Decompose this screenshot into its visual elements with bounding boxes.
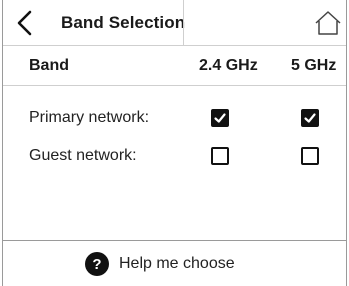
title-divider: [183, 0, 184, 46]
home-button[interactable]: [314, 10, 342, 36]
title-bar: Band Selection: [3, 0, 346, 46]
back-button[interactable]: [13, 10, 37, 36]
band-header-row: Band 2.4 GHz 5 GHz: [3, 46, 346, 86]
guest-5ghz-checkbox[interactable]: [301, 147, 319, 165]
help-icon: ?: [85, 252, 109, 276]
checkmark-icon: [304, 113, 316, 123]
primary-2-4ghz-checkbox[interactable]: [211, 109, 229, 127]
column-header-5ghz: 5 GHz: [291, 57, 337, 74]
home-icon: [315, 11, 341, 35]
primary-5ghz-checkbox[interactable]: [301, 109, 319, 127]
footer-bar: ? Help me choose: [3, 240, 346, 286]
help-label: Help me choose: [119, 255, 235, 272]
page-title: Band Selection: [61, 13, 186, 32]
checkmark-icon: [214, 113, 226, 123]
guest-network-label: Guest network:: [29, 147, 137, 164]
guest-2-4ghz-checkbox[interactable]: [211, 147, 229, 165]
chevron-left-icon: [17, 10, 32, 36]
band-selection-screen: Band Selection Band 2.4 GHz 5 GHz Primar…: [2, 0, 347, 286]
column-header-2-4ghz: 2.4 GHz: [199, 57, 258, 74]
help-me-choose-button[interactable]: ? Help me choose: [85, 251, 235, 277]
primary-network-label: Primary network:: [29, 109, 150, 126]
guest-network-row: Guest network:: [3, 140, 346, 172]
primary-network-row: Primary network:: [3, 102, 346, 134]
column-header-band: Band: [29, 57, 69, 74]
